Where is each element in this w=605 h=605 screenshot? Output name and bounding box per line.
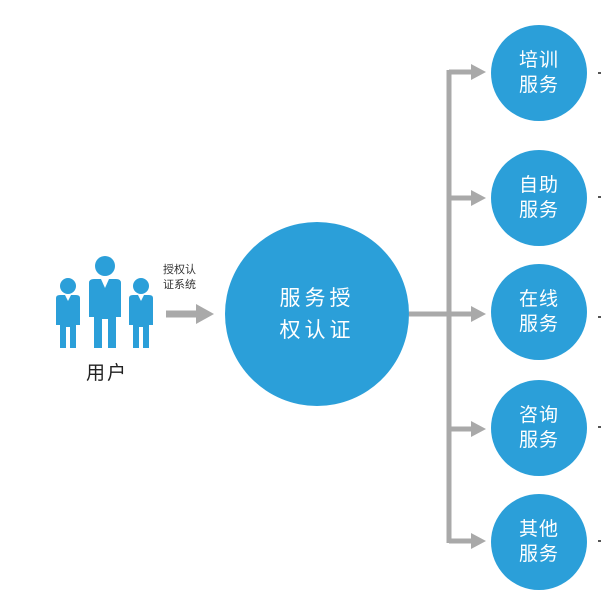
- service-circle-other: 其他 服务: [491, 494, 587, 590]
- service-label-line1: 自助: [518, 174, 559, 196]
- service-label-line2: 服务: [518, 74, 559, 96]
- auth-system-label-line2: 证系统: [163, 278, 196, 291]
- service-label-line1: 其他: [518, 518, 559, 540]
- clipped-mark-2: [598, 196, 601, 198]
- auth-system-label-line1: 授权认: [163, 263, 196, 276]
- service-circle-self-service: 自助 服务: [491, 150, 587, 246]
- diagram-stage: 用户 授权认 证系统 服务授 权认证 培训 服务 自助 服务 在线 服务 咨询 …: [0, 0, 605, 605]
- clipped-mark-4: [598, 426, 601, 428]
- service-label-line2: 服务: [518, 313, 559, 335]
- hub-label-line2: 权认证: [279, 318, 355, 342]
- branch-arrow-head-4: [471, 421, 486, 437]
- clipped-mark-3: [598, 316, 601, 318]
- branch-arrow-head-1: [471, 64, 486, 80]
- service-label-line2: 服务: [518, 543, 559, 565]
- people-group-icon: [56, 256, 153, 348]
- service-label-line1: 培训: [518, 49, 559, 71]
- service-label-line2: 服务: [518, 429, 559, 451]
- hub-circle: 服务授 权认证: [225, 222, 409, 406]
- service-label-line1: 在线: [518, 288, 559, 310]
- service-label-line1: 咨询: [518, 404, 559, 426]
- branch-arrow-head-3: [471, 306, 486, 322]
- user-label: 用户: [85, 362, 128, 384]
- auth-system-label: 授权认 证系统: [163, 262, 213, 292]
- service-label-line2: 服务: [518, 199, 559, 221]
- service-circle-training: 培训 服务: [491, 25, 587, 121]
- branch-arrow-head-2: [471, 190, 486, 206]
- clipped-mark-5: [598, 540, 601, 542]
- hub-label-line1: 服务授: [279, 286, 355, 310]
- branch-arrow-head-5: [471, 533, 486, 549]
- service-circle-online: 在线 服务: [491, 264, 587, 360]
- user-to-hub-arrow-head: [196, 304, 214, 324]
- clipped-mark-1: [598, 72, 601, 74]
- service-circle-consulting: 咨询 服务: [491, 380, 587, 476]
